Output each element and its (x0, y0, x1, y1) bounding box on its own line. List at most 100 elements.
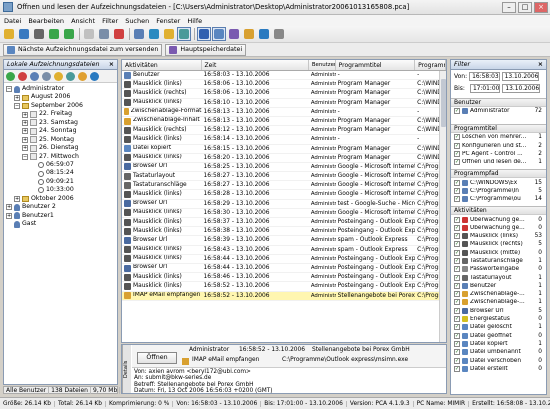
filter-item[interactable]: ✓ Konfigurieren und st... 2 (451, 142, 546, 150)
table-row[interactable]: Mausklick (links) 16:58:20 - 13.10.2006 Ad… (122, 154, 446, 163)
detail-side-tab[interactable]: Details (122, 345, 131, 393)
checkbox[interactable]: ✓ (454, 233, 460, 240)
table-row[interactable]: Mausklick (links) 16:58:43 - 13.10.2006 Ad… (122, 246, 446, 255)
checkbox[interactable]: ✓ (454, 365, 460, 372)
checkbox[interactable]: ✓ (454, 307, 460, 314)
minimize-button[interactable]: – (502, 1, 516, 13)
filter-item[interactable]: ✓ PC Agent - Control ... 2 (451, 150, 546, 158)
chart-button[interactable] (197, 27, 211, 41)
checkbox[interactable]: ✓ (454, 134, 460, 141)
table-row[interactable]: Tastaturanschläge 16:58:27 - 13.10.2006 Ad… (122, 181, 446, 191)
close-button[interactable]: × (534, 1, 548, 13)
filter-item[interactable]: ✓ Tastaturanschläge 1 (451, 257, 546, 265)
menu-item[interactable]: Ansicht (71, 17, 95, 25)
filter-item[interactable]: ✓ Datei erstellt 0 (451, 365, 546, 373)
expand-icon[interactable]: − (14, 103, 20, 110)
table-row[interactable]: Mausklick (links) 16:58:52 - 13.10.2006 Ad… (122, 282, 446, 292)
filter-button[interactable] (177, 27, 191, 41)
computer-icon[interactable] (42, 71, 51, 81)
checkbox[interactable]: ✓ (454, 340, 460, 347)
table-row[interactable]: Mausklick (links) 16:58:06 - 13.10.2006 Ad… (122, 80, 446, 90)
checkbox[interactable]: ✓ (454, 258, 460, 264)
from-date-input[interactable]: 13.10.2006 (501, 71, 540, 81)
close-icon[interactable]: × (109, 61, 114, 68)
filter-item[interactable]: ✓ C:\Programme\ou 14 (451, 195, 546, 203)
copy-button[interactable] (97, 27, 111, 41)
column-header[interactable]: Benutzer (309, 60, 336, 70)
expand-icon[interactable]: + (14, 94, 20, 101)
checkbox[interactable]: ✓ (454, 142, 460, 149)
tree-node[interactable]: + Benutzer 2 (6, 203, 117, 211)
to-time-input[interactable]: 17:01:00 (469, 83, 501, 93)
checkbox[interactable]: ✓ (454, 316, 460, 323)
table-row[interactable]: Benutzer 16:58:03 - 13.10.2006 Administrat… (122, 71, 446, 81)
menu-item[interactable]: Suchen (125, 17, 149, 25)
checkbox[interactable]: ✓ (454, 159, 460, 166)
main-memory-file-button[interactable]: Hauptspeicherdatei (165, 43, 247, 56)
table-row[interactable]: Browser Url 16:58:44 - 13.10.2006 Administ… (122, 264, 446, 274)
expand-icon[interactable]: + (22, 145, 28, 152)
filter-item[interactable]: ✓ Datei umbenannt 0 (451, 348, 546, 356)
tree-node[interactable]: Gast (6, 220, 117, 228)
refresh-icon[interactable] (6, 71, 15, 81)
from-time-input[interactable]: 16:58:03 (469, 71, 500, 81)
checkbox[interactable]: ✓ (454, 324, 460, 331)
expand-icon[interactable]: + (22, 119, 28, 126)
expand-icon[interactable]: + (22, 128, 28, 135)
table-row[interactable]: Mausklick (links) 16:58:38 - 13.10.2006 Ad… (122, 227, 446, 237)
table-row[interactable]: Browser Url 16:58:39 - 13.10.2006 Administ… (122, 236, 446, 246)
table-row[interactable]: Mausklick (links) 16:58:46 - 13.10.2006 Ad… (122, 273, 446, 283)
table-row[interactable]: Browser Url 16:58:25 - 13.10.2006 Administ… (122, 163, 446, 173)
filter-item[interactable]: ✓ Zwischenablage-... 1 (451, 298, 546, 306)
menu-item[interactable]: Datei (4, 17, 21, 25)
table-row[interactable]: Mausklick (links) 16:58:14 - 13.10.2006 Ad… (122, 135, 446, 145)
undo-button[interactable] (47, 27, 61, 41)
table-row[interactable]: Mausklick (links) 16:58:10 - 13.10.2006 Ad… (122, 99, 446, 108)
table-row[interactable]: Tastaturlayout 16:58:27 - 13.10.2006 Admin… (122, 172, 446, 182)
filter-item[interactable]: ✓ Energiestatus 0 (451, 315, 546, 323)
expand-icon[interactable]: + (6, 212, 12, 219)
filter-item[interactable]: ✓ Datei kopiert 1 (451, 340, 546, 348)
filter-item[interactable]: ✓ Administrator 72 (451, 107, 546, 115)
expand-icon[interactable]: + (6, 204, 12, 211)
table-row[interactable]: Mausklick (links) 16:58:28 - 13.10.2006 Ad… (122, 190, 446, 200)
checkbox[interactable]: ✓ (454, 282, 460, 289)
column-header[interactable]: Aktivitäten (122, 60, 202, 70)
filter-item[interactable]: ✓ Mausklick (rechts) 5 (451, 240, 546, 248)
filter-item[interactable]: ✓ Passworteingabe 0 (451, 265, 546, 273)
tree-node[interactable]: 08:15:24 (6, 169, 117, 177)
maximize-button[interactable]: □ (518, 1, 532, 13)
clock-icon[interactable] (54, 71, 63, 81)
aktivitaeten-section[interactable]: Aktivitäten (451, 206, 546, 216)
filter-item[interactable]: ✓ Browser Url 5 (451, 307, 546, 315)
table-row[interactable]: Mausklick (links) 16:58:37 - 13.10.2006 Ad… (122, 218, 446, 228)
scroll-thumb[interactable] (441, 79, 446, 127)
checkbox[interactable]: ✓ (454, 108, 460, 115)
users-button[interactable] (132, 27, 146, 41)
benutzer-section[interactable]: Benutzer (451, 98, 546, 107)
to-date-input[interactable]: 13.10.2006 (502, 83, 541, 93)
tree-node[interactable]: + Benutzer1 (6, 212, 117, 220)
column-header[interactable]: Zeit (202, 60, 309, 70)
print-button[interactable] (32, 27, 46, 41)
window2-button[interactable] (227, 27, 241, 41)
delete-icon[interactable] (18, 71, 27, 81)
programmpfad-section[interactable]: Programmpfad (451, 169, 546, 179)
user-icon[interactable] (30, 71, 39, 81)
expand-icon[interactable]: + (14, 195, 20, 202)
menu-item[interactable]: Hilfe (187, 17, 202, 25)
table-row[interactable]: Mausklick (links) 16:58:44 - 13.10.2006 Ad… (122, 255, 446, 264)
tree-node[interactable]: +23. Samstag (6, 119, 117, 127)
save-button[interactable] (17, 27, 31, 41)
send-next-file-button[interactable]: Nächste Aufzeichnungsdatei zum versenden (3, 43, 163, 56)
tree-node[interactable]: − Administrator (6, 85, 117, 93)
redo-button[interactable] (62, 27, 76, 41)
tree-node[interactable]: 10:33:00 (6, 186, 117, 194)
checkbox[interactable]: ✓ (454, 299, 460, 306)
filter-item[interactable]: ✓ Überwachung ge... 0 (451, 215, 546, 223)
filter-item[interactable]: ✓ Datei gelöscht 1 (451, 323, 546, 331)
new-button[interactable] (82, 27, 96, 41)
programmtitel-section[interactable]: Programmtitel (451, 124, 546, 134)
mail-button[interactable] (242, 27, 256, 41)
filter-icon[interactable] (66, 71, 75, 81)
